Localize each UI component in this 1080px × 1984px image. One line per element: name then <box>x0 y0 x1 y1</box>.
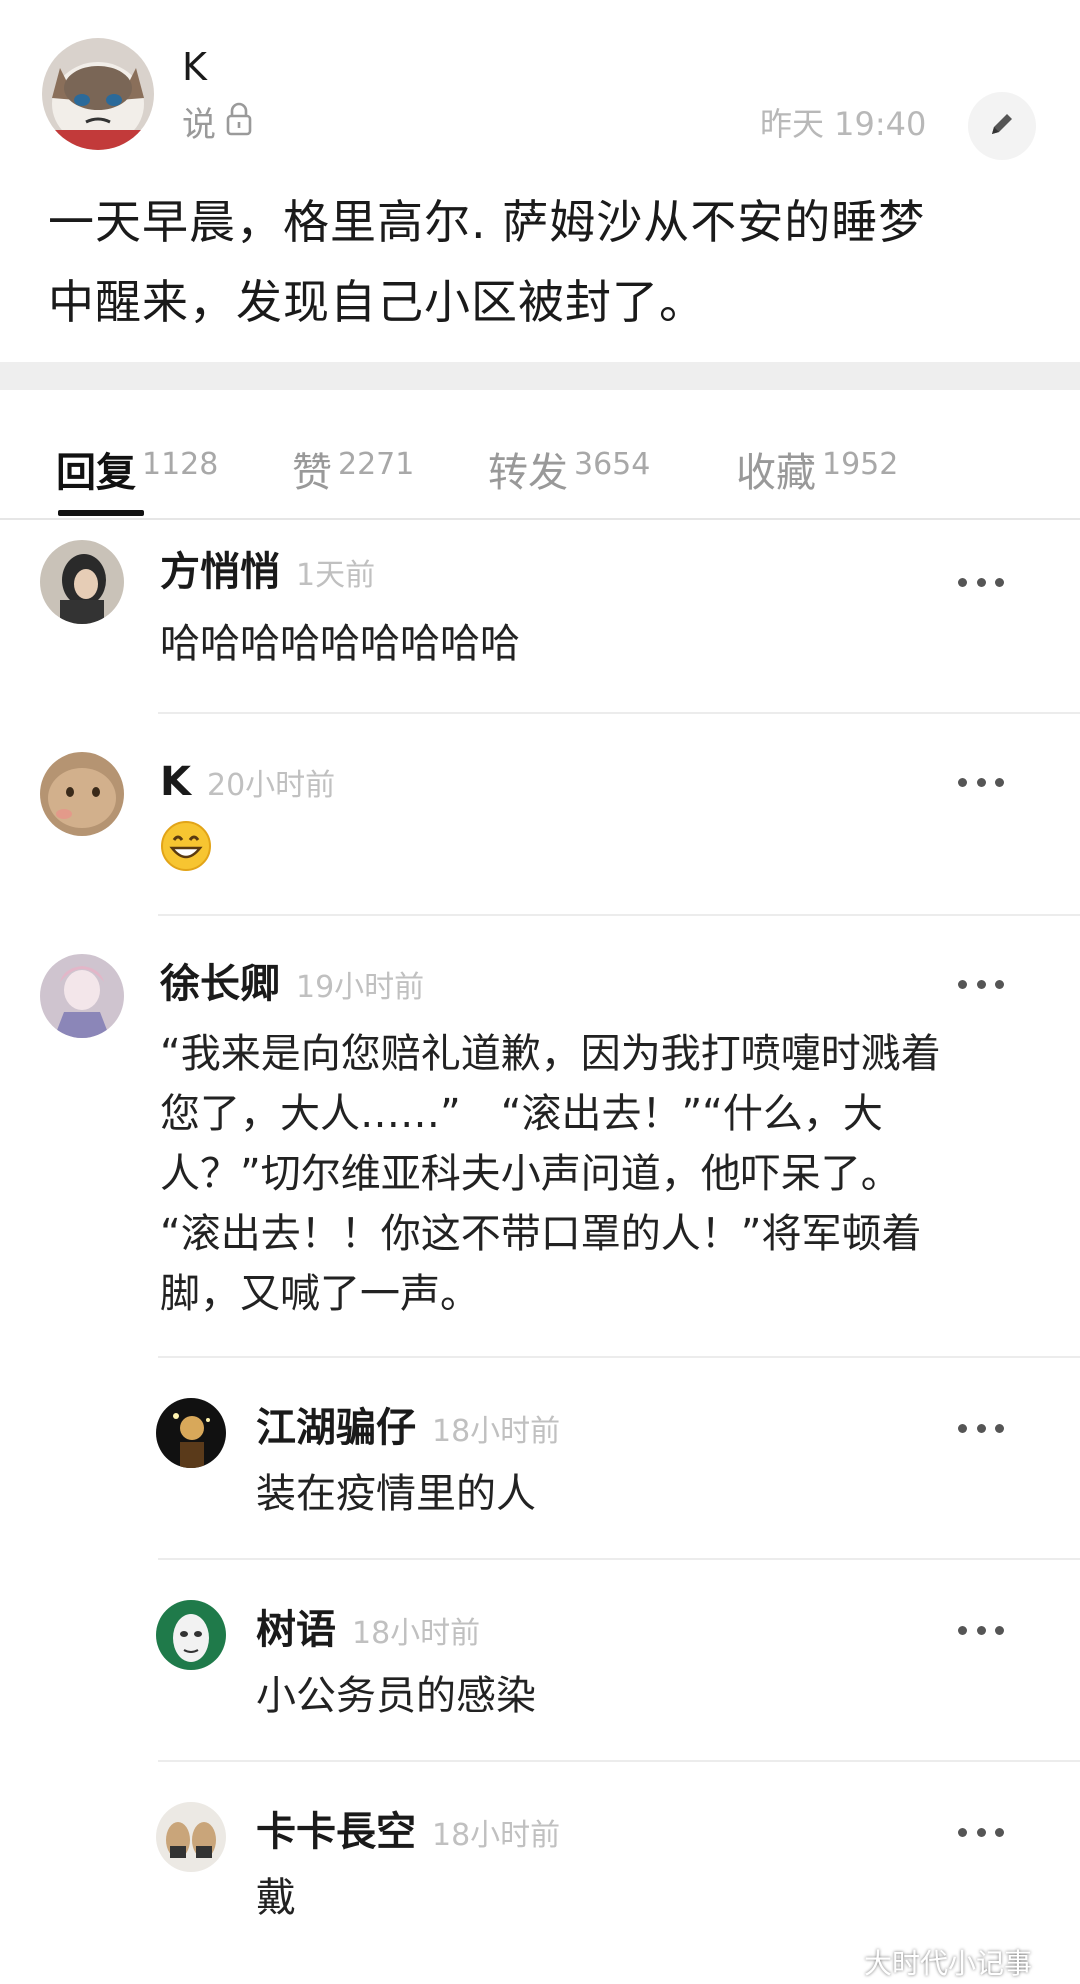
reply-header: 卡卡長空 18小时前 <box>256 1806 560 1862</box>
reply-text: 装在疫情里的人 <box>256 1471 536 1517</box>
tab-label: 转发 <box>488 450 568 496</box>
replier-name[interactable]: 树语 <box>256 1604 336 1656</box>
watermark: 大时代小记事 <box>822 1942 1032 1982</box>
more-options-icon[interactable] <box>958 1418 1004 1438</box>
section-divider <box>0 362 1080 390</box>
reply-text: 戴 <box>256 1875 296 1921</box>
tab-count: 1952 <box>822 447 899 482</box>
more-options-icon[interactable] <box>958 1620 1004 1640</box>
lock-icon <box>226 102 252 147</box>
reply-header: 江湖骗仔 18小时前 <box>256 1402 560 1458</box>
post-text-line: 中醒来，发现自己小区被封了。 <box>48 275 706 329</box>
tab-likes[interactable]: 赞 2271 <box>292 440 414 498</box>
reply-header: 树语 18小时前 <box>256 1604 480 1660</box>
replier-name[interactable]: 卡卡長空 <box>256 1806 416 1858</box>
post-verb: 说 <box>182 104 216 145</box>
reply-divider <box>158 1760 1080 1762</box>
comment-text: “我来是向您赔礼道歉，因为我打喷嚏时溅着 您了，大人……” “滚出去！”“什么，… <box>160 1024 1060 1324</box>
comment-text-line: “我来是向您赔礼道歉，因为我打喷嚏时溅着 <box>160 1031 941 1077</box>
tab-count: 3654 <box>574 447 651 482</box>
reply-time: 18小时前 <box>432 1414 561 1449</box>
comment-text-line: 您了，大人……” “滚出去！”“什么，大 <box>160 1091 883 1137</box>
reply-text: 小公务员的感染 <box>256 1673 536 1719</box>
commenter-avatar[interactable] <box>40 954 124 1038</box>
wechat-icon <box>822 1944 856 1981</box>
comment-header: 方悄悄 1天前 <box>160 546 375 602</box>
more-options-icon[interactable] <box>958 1822 1004 1842</box>
commenter-avatar[interactable] <box>40 540 124 624</box>
author-avatar[interactable] <box>42 38 154 150</box>
comment-header: 徐长卿 19小时前 <box>160 958 424 1014</box>
author-name[interactable]: K <box>182 44 207 90</box>
replier-avatar[interactable] <box>156 1802 226 1872</box>
comment-text-line: 人？”切尔维亚科夫小声问道，他吓呆了。 <box>160 1151 901 1197</box>
comment-divider <box>158 712 1080 714</box>
comment-time: 19小时前 <box>296 970 425 1005</box>
interaction-tabs: 回复 1128 赞 2271 转发 3654 收藏 1952 <box>0 390 1080 520</box>
reply-time: 18小时前 <box>352 1616 481 1651</box>
tab-label: 回复 <box>56 450 136 496</box>
comment-header: K 20小时前 <box>160 756 335 812</box>
reply-divider <box>158 1558 1080 1560</box>
more-options-icon[interactable] <box>958 974 1004 994</box>
reply-time: 18小时前 <box>432 1818 561 1853</box>
tabs-divider <box>0 518 1080 520</box>
commenter-name[interactable]: 方悄悄 <box>160 546 280 598</box>
comment-divider <box>158 1356 1080 1358</box>
edit-button[interactable] <box>968 92 1036 160</box>
comment-text-line: “滚出去！！你这不带口罩的人！”将军顿着 <box>160 1211 922 1257</box>
commenter-name[interactable]: K <box>160 756 191 808</box>
replier-avatar[interactable] <box>156 1398 226 1468</box>
more-options-icon[interactable] <box>958 572 1004 592</box>
commenter-avatar[interactable] <box>40 752 124 836</box>
post-text: 一天早晨，格里高尔. 萨姆沙从不安的睡梦 中醒来，发现自己小区被封了。 <box>48 182 1038 342</box>
tab-label: 赞 <box>292 450 332 496</box>
comment-time: 1天前 <box>296 558 376 593</box>
post-text-line: 一天早晨，格里高尔. 萨姆沙从不安的睡梦 <box>48 195 926 249</box>
tab-reposts[interactable]: 转发 3654 <box>488 440 650 498</box>
comment-text: 哈哈哈哈哈哈哈哈哈 <box>160 621 520 667</box>
watermark-text: 大时代小记事 <box>864 1947 1033 1980</box>
tab-label: 收藏 <box>736 450 816 496</box>
pencil-icon <box>986 108 1018 144</box>
comment-time: 20小时前 <box>207 768 336 803</box>
commenter-name[interactable]: 徐长卿 <box>160 958 280 1010</box>
post-visibility: 说 <box>182 102 252 147</box>
tab-favorites[interactable]: 收藏 1952 <box>736 440 898 498</box>
comment-text-line: 脚，又喊了一声。 <box>160 1271 480 1317</box>
replier-name[interactable]: 江湖骗仔 <box>256 1402 416 1454</box>
comment-divider <box>158 914 1080 916</box>
grinning-emoji <box>160 820 212 876</box>
tab-count: 1128 <box>142 447 219 482</box>
more-options-icon[interactable] <box>958 772 1004 792</box>
tab-replies[interactable]: 回复 1128 <box>56 440 218 498</box>
post-time: 昨天 19:40 <box>760 105 927 143</box>
active-tab-indicator <box>58 510 144 516</box>
replier-avatar[interactable] <box>156 1600 226 1670</box>
tab-count: 2271 <box>338 447 415 482</box>
